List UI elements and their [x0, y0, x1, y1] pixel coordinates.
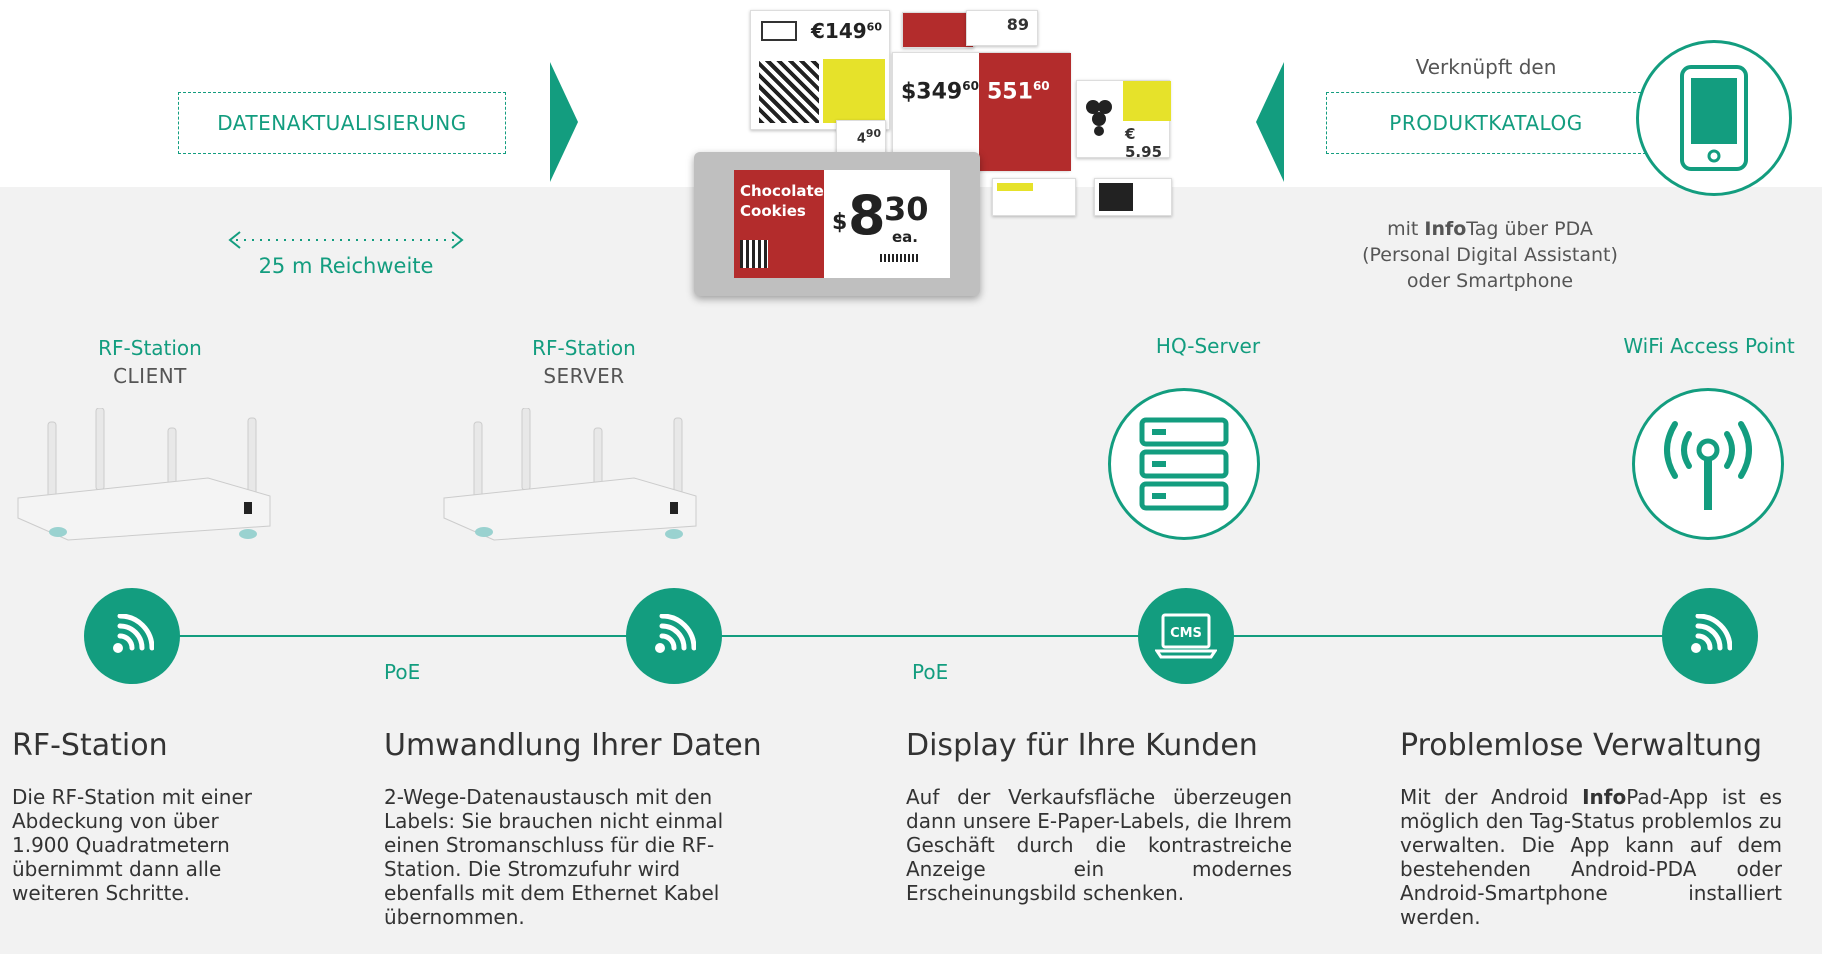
cms-laptop-icon: CMS [1155, 613, 1217, 659]
hq-server-circle [1108, 388, 1260, 540]
small-tag [1094, 178, 1172, 216]
range-text: 25 m Reichweite [258, 254, 434, 278]
server-icon [1139, 417, 1229, 511]
triangle-arrow-icon [1256, 62, 1284, 182]
small-tag: € 5.95 [1076, 80, 1171, 161]
node-rf-client [84, 588, 180, 684]
wireless-signal-icon [113, 614, 154, 653]
column-verwaltung: Problemlose Verwaltung Mit der Android I… [1400, 728, 1800, 929]
poe-label-2: PoE [912, 660, 949, 684]
small-tag: 490 [836, 120, 886, 156]
column-title: Problemlose Verwaltung [1400, 728, 1763, 763]
phone-icon [1680, 65, 1748, 171]
cms-label: CMS [1170, 626, 1202, 641]
product-name-1: Chocolate [740, 182, 824, 200]
barcode [880, 254, 920, 262]
produktkatalog-label: PRODUKTKATALOG [1389, 111, 1583, 135]
small-tag: €14960 [750, 10, 890, 130]
column-title: Umwandlung Ihrer Daten [384, 728, 762, 763]
poe-label-1: PoE [384, 660, 421, 684]
wifi-access-point-label: WiFi Access Point [1623, 334, 1795, 358]
rf-station-server-device [443, 408, 697, 541]
small-tag: 89 [966, 10, 1038, 46]
node-wifi [1662, 588, 1758, 684]
wifi-tower-icon [1664, 421, 1752, 510]
column-display: Display für Ihre Kunden Auf der Verkaufs… [906, 728, 1296, 905]
column-title: Display für Ihre Kunden [906, 728, 1258, 763]
wireless-signal-icon [1691, 614, 1732, 653]
verknuepft-caption: Verknüpft den [1415, 55, 1557, 79]
wireless-signal-icon [655, 614, 696, 653]
hq-server-label: HQ-Server [1155, 334, 1261, 358]
wifi-access-point-circle [1632, 388, 1784, 540]
column-body: 2-Wege-Datenaustausch mit den Labels: Si… [384, 785, 724, 929]
small-tag [902, 12, 974, 48]
datenaktualisierung-box: DATENAKTUALISIERUNG [178, 92, 506, 154]
phone-circle [1636, 40, 1792, 196]
qr-code [740, 240, 768, 268]
price-area: $ 8 30 ea. [832, 184, 948, 268]
double-arrow-icon [228, 231, 464, 249]
column-rf-station: RF-Station Die RF-Station mit einer Abde… [12, 728, 312, 905]
grapes-icon [1086, 100, 1112, 136]
datenaktualisierung-label: DATENAKTUALISIERUNG [217, 111, 467, 135]
column-body: Die RF-Station mit einer Abdeckung von ü… [12, 785, 252, 905]
pda-caption: mit InfoTag über PDA (Personal Digital A… [1362, 218, 1618, 292]
column-body: Auf der Verkaufsfläche überzeugen dann u… [906, 785, 1292, 905]
column-umwandlung: Umwandlung Ihrer Daten 2-Wege-Datenausta… [384, 728, 764, 929]
produktkatalog-box: PRODUKTKATALOG [1326, 92, 1646, 154]
small-tag [992, 178, 1076, 216]
node-rf-server [626, 588, 722, 684]
info-brand: Info [1424, 218, 1467, 240]
column-title: RF-Station [12, 728, 168, 763]
node-cms: CMS [1138, 588, 1234, 684]
triangle-arrow-icon [550, 62, 578, 182]
product-panel: Chocolate Cookies [734, 170, 824, 278]
station-client-label: RF-Station CLIENT [98, 336, 202, 388]
station-server-label: RF-Station SERVER [532, 336, 636, 388]
column-body: Mit der Android InfoPad-App ist es mögli… [1400, 785, 1782, 929]
connection-line [176, 635, 1708, 637]
info-brand: Info [1582, 785, 1627, 809]
main-price-tag: Chocolate Cookies $ 8 30 ea. [694, 152, 980, 296]
main-tag-screen: Chocolate Cookies $ 8 30 ea. [734, 170, 950, 278]
product-name-2: Cookies [740, 202, 806, 220]
rf-station-client-device [17, 408, 271, 541]
